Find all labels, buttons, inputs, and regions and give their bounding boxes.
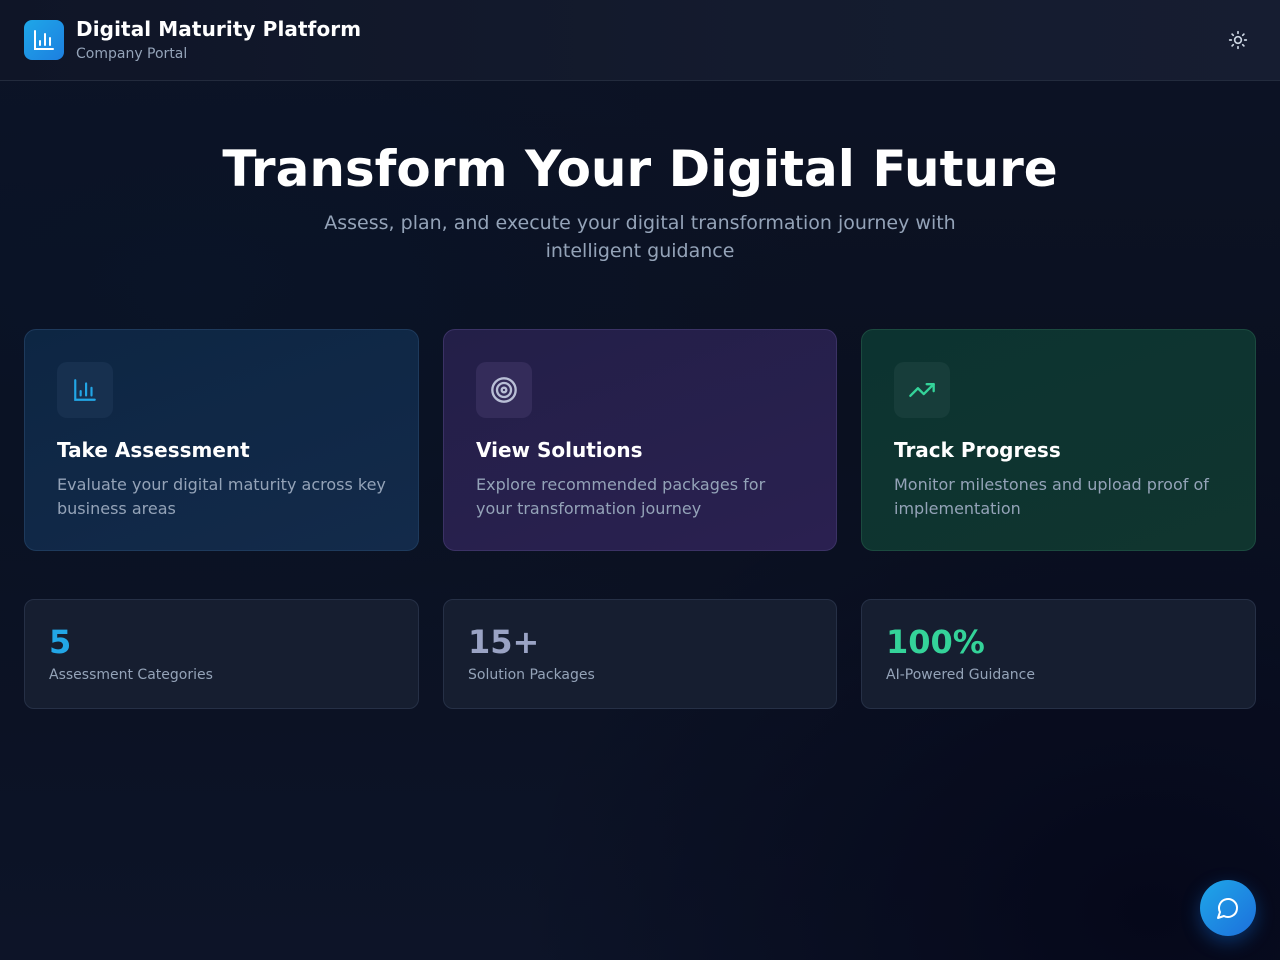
card-icon-box	[476, 362, 532, 418]
stat-ai-guidance: 100% AI-Powered Guidance	[861, 599, 1256, 709]
track-progress-card[interactable]: Track Progress Monitor milestones and up…	[861, 329, 1256, 551]
app-header: Digital Maturity Platform Company Portal	[0, 0, 1280, 81]
card-description: Evaluate your digital maturity across ke…	[57, 475, 386, 518]
stat-label: Solution Packages	[468, 667, 595, 683]
target-icon	[491, 377, 517, 403]
stat-value: 5	[49, 623, 72, 661]
trending-up-icon	[909, 383, 935, 397]
stat-value: 15+	[468, 623, 540, 661]
card-title: Track Progress	[894, 438, 1061, 462]
stat-value: 100%	[886, 623, 985, 661]
chat-button[interactable]	[1200, 880, 1256, 936]
brand: Digital Maturity Platform Company Portal	[76, 17, 361, 64]
hero-title: Transform Your Digital Future	[222, 140, 1058, 198]
theme-toggle-button[interactable]	[1220, 22, 1256, 58]
bar-chart-icon	[34, 30, 54, 50]
card-icon-box	[57, 362, 113, 418]
stat-label: Assessment Categories	[49, 667, 213, 683]
sun-icon	[1228, 30, 1248, 50]
take-assessment-card[interactable]: Take Assessment Evaluate your digital ma…	[24, 329, 419, 551]
card-icon-box	[894, 362, 950, 418]
card-description: Explore recommended packages for your tr…	[476, 475, 766, 518]
hero-subtitle: Assess, plan, and execute your digital t…	[324, 212, 956, 262]
stat-assessment-categories: 5 Assessment Categories	[24, 599, 419, 709]
view-solutions-card[interactable]: View Solutions Explore recommended packa…	[443, 329, 837, 551]
app-title: Digital Maturity Platform	[76, 16, 362, 41]
chat-bubble-icon	[1217, 898, 1238, 919]
stat-label: AI-Powered Guidance	[886, 667, 1035, 683]
bar-chart-icon	[74, 379, 96, 401]
card-description: Monitor milestones and upload proof of i…	[894, 475, 1209, 518]
app-subtitle: Company Portal	[76, 45, 188, 62]
stat-solution-packages: 15+ Solution Packages	[443, 599, 837, 709]
app-logo[interactable]	[24, 20, 64, 60]
card-title: View Solutions	[476, 438, 643, 462]
card-title: Take Assessment	[57, 438, 250, 462]
